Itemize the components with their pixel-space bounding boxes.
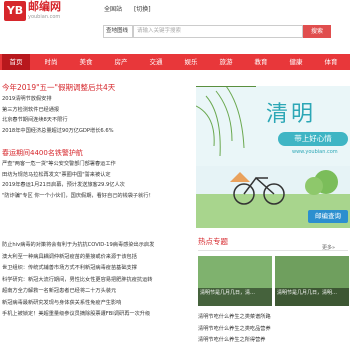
news-item[interactable]: 新冠病毒最新研究发现与身体获关系性免疫产生影响 xyxy=(2,298,154,310)
hot-list: 清明节吃什么养生之类菜谱所路 清明节吃什么养生之类吃品营养 清明节吃什么养生之所… xyxy=(198,312,271,347)
nav-item-entertainment[interactable]: 娱乐 xyxy=(177,54,205,70)
hot-thumb[interactable]: 清明节是几月几日，清明… xyxy=(275,256,349,306)
switch-region-link[interactable]: [切换] xyxy=(134,6,151,13)
main-nav: 首页 时尚 美食 房产 交通 娱乐 旅游 教育 健康 体育 xyxy=(0,54,350,70)
nav-item-education[interactable]: 教育 xyxy=(247,54,275,70)
promo-banner[interactable]: 清明 带上好心情 www.youbian.com 邮编查询 xyxy=(196,86,350,228)
nav-item-fashion[interactable]: 时尚 xyxy=(37,54,65,70)
search-input[interactable]: 请输入关键字搜索 xyxy=(133,25,303,38)
news-item[interactable]: 手机上被锁定！美超重量级参议员摘除股票遭FBI调研再一次升级 xyxy=(2,309,154,321)
subheadline-link[interactable]: 春运期间4400名铁警护航 xyxy=(2,148,83,158)
thumb-caption: 清明节是几月几日，清明… xyxy=(275,288,349,306)
headline-link[interactable]: 今年2019"五一"假期调整后共4天 xyxy=(2,82,115,93)
news-item[interactable]: 2019清明节放假安排 xyxy=(2,94,114,105)
nav-item-sports[interactable]: 体育 xyxy=(317,54,345,70)
news-item[interactable]: 防止hiv病毒的对策将会有利于为抗抗COVID-19病毒感染出示启发 xyxy=(2,240,154,252)
logo-mark: YB xyxy=(4,1,26,21)
thumb-caption: 清明节是几月几日，清… xyxy=(198,288,272,306)
divider xyxy=(198,250,348,251)
news-list-a: 2019清明节放假安排 第三方检测软件已经通报 北京春节期间连续8天不限行 20… xyxy=(2,94,114,136)
search-type-select[interactable]: 查地图线 xyxy=(103,25,133,38)
news-item[interactable]: 北京春节期间连续8天不限行 xyxy=(2,115,114,126)
news-item[interactable]: 世卫组织：传统式辅善市场方式不利新冠病毒疫苗基础支撑 xyxy=(2,263,154,275)
postcode-query-button[interactable]: 邮编查询 xyxy=(308,210,348,223)
logo-name: 邮编网 xyxy=(28,0,61,13)
news-item[interactable]: 2018年中国经济总量超过90万亿GDP增长6.6% xyxy=(2,126,114,137)
news-item[interactable]: 2019年春运1月21日启幕，预计发送旅客29.9亿人次 xyxy=(2,180,154,191)
hot-topics-title: 热点专题 xyxy=(198,237,228,246)
news-list-c: 防止hiv病毒的对策将会有利于为抗抗COVID-19病毒感染出示启发 澳大利至一… xyxy=(2,240,154,321)
search-button[interactable]: 搜索 xyxy=(303,25,331,38)
nav-item-health[interactable]: 健康 xyxy=(282,54,310,70)
news-item[interactable]: 第三方检测软件已经通报 xyxy=(2,105,114,116)
nav-item-traffic[interactable]: 交通 xyxy=(142,54,170,70)
nav-item-food[interactable]: 美食 xyxy=(72,54,100,70)
news-item[interactable]: 科学研究：新冠大流行期间，男性比女性更容易把肥胖抗疫抗运转 xyxy=(2,275,154,287)
news-list-b: 严查"两客一危一货"等公安交警部门部署春运工作 田坊为规范马拉松再发文"票圈中国… xyxy=(2,159,154,201)
hot-item[interactable]: 清明节吃什么养生之类吃品营养 xyxy=(198,324,271,336)
news-item[interactable]: "防诈骗"专区 你一个小伙们，国庆假期，看好自己的钱袋子就行！ xyxy=(2,191,154,202)
nav-item-travel[interactable]: 旅游 xyxy=(212,54,240,70)
search-bar: 查地图线 请输入关键字搜索 搜索 xyxy=(0,24,350,42)
news-item[interactable]: 超南方全力解救一名新冠患者已经将二十万头装元 xyxy=(2,286,154,298)
region-label: 全国站 xyxy=(104,6,123,13)
news-item[interactable]: 田坊为规范马拉松再发文"票圈中国"誓来被认定 xyxy=(2,170,154,181)
bicycle-icon xyxy=(230,170,338,205)
nav-item-home[interactable]: 首页 xyxy=(2,54,30,70)
site-logo[interactable]: YB 邮编网 youbian.com xyxy=(4,1,80,23)
news-item[interactable]: 澳大利至一种病具耦调仲新冠疫苗的量接或价来源于该包括 xyxy=(2,252,154,264)
logo-url: youbian.com xyxy=(28,14,61,20)
top-bar: YB 邮编网 youbian.com 全国站 [切换] xyxy=(0,0,350,24)
hot-thumb[interactable]: 清明节是几月几日，清… xyxy=(198,256,272,306)
news-item[interactable]: 严查"两客一危一货"等公安交警部门部署春运工作 xyxy=(2,159,154,170)
nav-item-realestate[interactable]: 房产 xyxy=(107,54,135,70)
hot-item[interactable]: 清明节吃什么养生之类菜谱所路 xyxy=(198,312,271,324)
hot-item[interactable]: 清明节吃什么养生之所得营养 xyxy=(198,335,271,347)
top-links: 全国站 [切换] xyxy=(104,4,161,13)
